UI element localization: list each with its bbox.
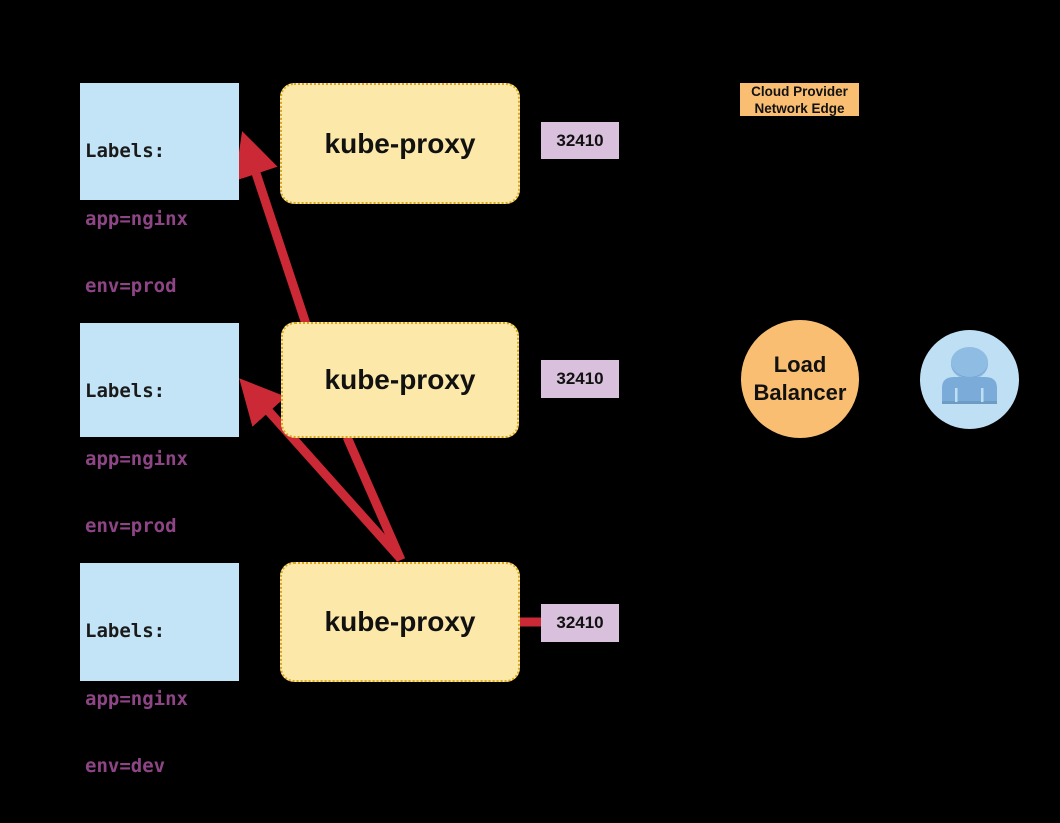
label-box-middle: Labels: app=nginx env=prod <box>80 323 239 537</box>
label-box-top: Labels: app=nginx env=prod <box>80 83 239 297</box>
node-kube-proxy-top[interactable]: kube-proxy <box>280 83 520 204</box>
port-badge-middle-value: 32410 <box>556 369 604 388</box>
node-kube-proxy-top-label: kube-proxy <box>324 127 476 159</box>
label-box-top-pair-env: env=prod <box>85 275 177 297</box>
load-balancer-label-line2: Balancer <box>753 380 847 405</box>
load-balancer-node[interactable]: Load Balancer <box>741 320 859 438</box>
port-badge-top[interactable]: 32410 <box>541 122 619 159</box>
label-box-bottom: Labels: app=nginx env=dev <box>80 563 239 777</box>
label-box-bottom-pair-app: app=nginx <box>85 687 188 710</box>
user-avatar <box>920 330 1019 429</box>
node-kube-proxy-bottom-label: kube-proxy <box>324 606 476 637</box>
node-kube-proxy-middle-label: kube-proxy <box>324 364 476 395</box>
node-kube-proxy-middle[interactable]: kube-proxy <box>281 322 519 438</box>
label-box-bottom-title: Labels: <box>85 620 166 642</box>
user-person-icon <box>942 347 997 404</box>
cloud-provider-network-edge-line2: Network Edge <box>754 100 845 116</box>
label-box-middle-pair-app: app=nginx <box>85 447 188 470</box>
label-box-middle-pair-env: env=prod <box>85 515 177 537</box>
label-box-top-pair-app: app=nginx <box>85 207 188 230</box>
load-balancer-label-line1: Load <box>773 352 827 377</box>
port-badge-top-value: 32410 <box>556 130 604 150</box>
node-kube-proxy-bottom[interactable]: kube-proxy <box>280 562 520 682</box>
diagram-canvas: Labels: app=nginx env=prod Labels: app=n… <box>0 0 1060 777</box>
label-box-top-title: Labels: <box>85 140 166 162</box>
cloud-provider-network-edge-line1: Cloud Provider <box>751 83 848 99</box>
label-box-middle-title: Labels: <box>85 380 166 402</box>
label-box-bottom-pair-env: env=dev <box>85 755 166 777</box>
port-badge-bottom[interactable]: 32410 <box>541 604 619 642</box>
edge-middle-node-to-junction <box>342 435 406 562</box>
port-badge-bottom-value: 32410 <box>556 613 604 632</box>
port-badge-middle[interactable]: 32410 <box>541 360 619 398</box>
cloud-provider-network-edge-badge: Cloud Provider Network Edge <box>740 83 859 116</box>
